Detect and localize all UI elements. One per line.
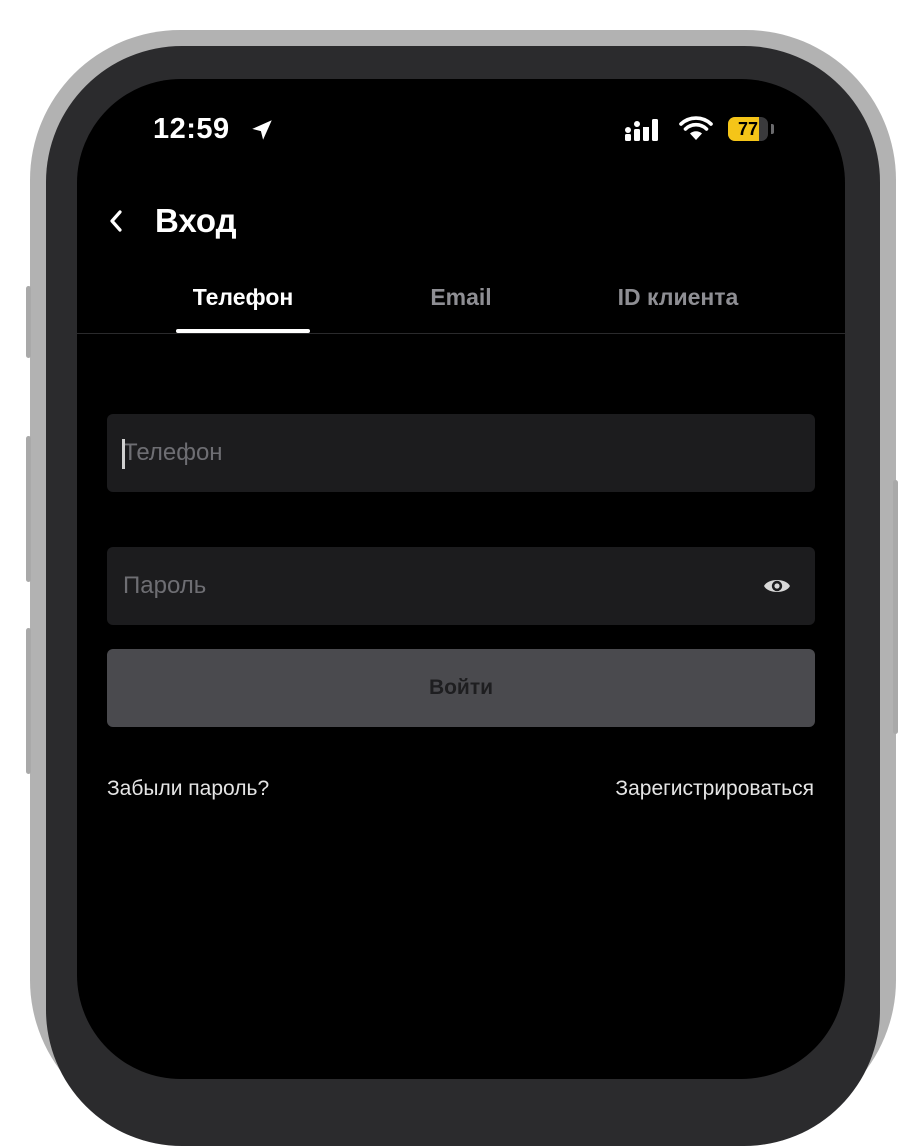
cellular-signal-icon [625,119,658,141]
tab-phone[interactable]: Телефон [176,284,310,311]
status-time: 12:59 [153,113,230,145]
register-link[interactable]: Зарегистрироваться [615,777,814,801]
tabs-divider [77,333,845,334]
phone-field[interactable] [107,414,815,492]
login-button[interactable]: Войти [107,649,815,727]
volume-down-button [26,628,31,774]
password-field[interactable] [107,547,815,625]
volume-up-button [26,436,31,582]
power-button [893,480,898,734]
battery-level: 77 [737,119,759,139]
text-caret [122,439,125,469]
mute-switch [26,286,31,358]
forgot-password-link[interactable]: Забыли пароль? [107,777,269,801]
location-arrow-icon [252,120,272,140]
chevron-left-icon[interactable] [105,207,127,235]
tab-email[interactable]: Email [391,284,531,311]
battery-tip [771,124,774,134]
phone-screen: 12:59 77 Вход Телефон Email ID клиента Т… [77,79,845,1079]
battery-icon: 77 [728,117,768,141]
tab-client-id[interactable]: ID клиента [587,284,769,311]
page-title: Вход [155,202,237,239]
phone-input[interactable] [123,414,723,492]
wifi-icon [679,116,713,140]
eye-icon[interactable] [763,574,791,598]
password-input[interactable] [123,547,723,625]
